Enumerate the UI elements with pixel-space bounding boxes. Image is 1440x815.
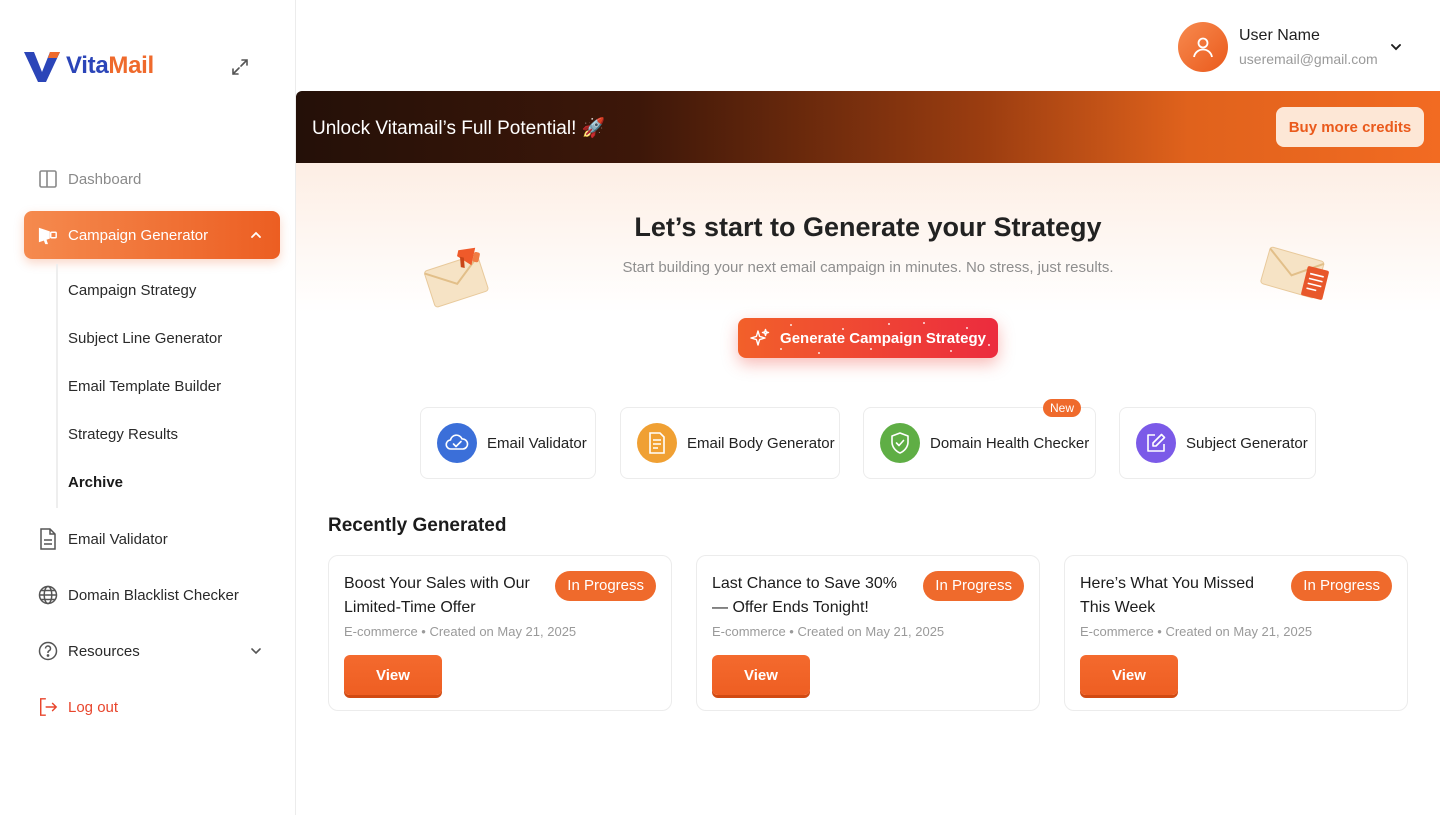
logout-icon (38, 697, 58, 717)
card-title: Here’s What You Missed This Week (1080, 575, 1255, 616)
sparkle-dot (818, 352, 820, 354)
tool-email-validator[interactable]: Email Validator (420, 407, 596, 479)
document-icon (38, 528, 58, 550)
status-badge: In Progress (923, 571, 1024, 601)
new-badge: New (1042, 399, 1081, 417)
card-title: Last Chance to Save 30% — Offer Ends Ton… (712, 575, 898, 616)
sparkle-dot (780, 348, 782, 350)
sparkle-dot (842, 328, 844, 330)
panel-icon (38, 169, 58, 189)
status-badge: In Progress (1291, 571, 1392, 601)
cloud-check-icon (437, 423, 477, 463)
banner-text: Unlock Vitamail’s Full Potential! 🚀 (312, 118, 606, 139)
avatar[interactable] (1178, 22, 1228, 72)
upgrade-banner: Unlock Vitamail’s Full Potential! 🚀 Buy … (296, 91, 1440, 163)
sidebar: VitaMail Dashboard Campaign Generator Ca… (0, 0, 296, 815)
sidebar-item-label: Resources (68, 642, 140, 660)
view-button[interactable]: View (1080, 655, 1178, 695)
shield-check-icon (880, 423, 920, 463)
sidebar-item-domain-blacklist-checker[interactable]: Domain Blacklist Checker (24, 571, 280, 619)
edit-icon (1136, 423, 1176, 463)
chevron-down-icon[interactable] (246, 641, 266, 661)
card-meta: E-commerce • Created on May 21, 2025 (712, 624, 945, 639)
generate-strategy-label: Generate Campaign Strategy (780, 329, 986, 347)
sidebar-item-label: Campaign Generator (68, 226, 209, 244)
sidebar-subitem-email-template-builder[interactable]: Email Template Builder (68, 375, 221, 399)
sparkle-dot (923, 322, 925, 324)
sidebar-subitem-subject-line-generator[interactable]: Subject Line Generator (68, 327, 222, 351)
brand-name-part2: Mail (108, 52, 154, 79)
help-circle-icon (38, 641, 58, 661)
sidebar-subitem-archive[interactable]: Archive (68, 471, 123, 495)
sparkle-dot (988, 344, 990, 346)
view-button[interactable]: View (344, 655, 442, 695)
tool-label: Domain Health Checker (930, 434, 1090, 452)
chevron-up-icon[interactable] (246, 225, 266, 245)
user-name: User Name (1239, 27, 1320, 44)
brand-name: VitaMail (66, 52, 154, 80)
expand-arrows-icon (232, 59, 248, 75)
recently-generated-title: Recently Generated (328, 515, 507, 536)
buy-credits-button[interactable]: Buy more credits (1276, 107, 1424, 147)
sidebar-subitem-campaign-strategy[interactable]: Campaign Strategy (68, 279, 196, 303)
campaign-card: Boost Your Sales with Our Limited-Time O… (328, 555, 672, 711)
generate-strategy-button[interactable]: Generate Campaign Strategy (738, 318, 998, 358)
sparkle-dot (950, 350, 952, 352)
sidebar-item-label: Domain Blacklist Checker (68, 586, 239, 604)
card-meta: E-commerce • Created on May 21, 2025 (1080, 624, 1313, 639)
card-meta: E-commerce • Created on May 21, 2025 (344, 624, 577, 639)
sidebar-item-logout[interactable]: Log out (24, 683, 280, 731)
sparkle-dot (888, 323, 890, 325)
globe-icon (38, 585, 58, 605)
sidebar-subitem-strategy-results[interactable]: Strategy Results (68, 423, 178, 447)
user-email: useremail@gmail.com (1239, 51, 1378, 67)
topbar (296, 0, 1440, 91)
app: VitaMail Dashboard Campaign Generator Ca… (0, 0, 1440, 815)
sparkles-icon (750, 328, 770, 346)
user-icon (1193, 37, 1213, 58)
tool-label: Email Body Generator (687, 434, 835, 452)
sidebar-item-label: Log out (68, 698, 119, 716)
campaign-card: Here’s What You Missed This Week In Prog… (1064, 555, 1408, 711)
user-menu-toggle[interactable] (1385, 36, 1407, 58)
sidebar-item-campaign-generator[interactable]: Campaign Generator (24, 211, 280, 259)
view-button[interactable]: View (712, 655, 810, 695)
envelope-document-illustration (1260, 246, 1329, 300)
subnav-line (56, 264, 58, 508)
document-icon (637, 423, 677, 463)
tool-label: Email Validator (487, 434, 587, 452)
tool-subject-generator[interactable]: Subject Generator (1119, 407, 1316, 479)
sparkle-dot (870, 348, 872, 350)
sparkle-dot (966, 327, 968, 329)
megaphone-icon (38, 225, 58, 245)
sparkle-dot (790, 324, 792, 326)
tool-label: Subject Generator (1186, 434, 1308, 452)
page-title: Let’s start to Generate your Strategy (634, 212, 1102, 242)
chevron-down-icon (1391, 44, 1401, 51)
brand-name-part1: Vita (66, 52, 109, 79)
expand-collapse-button[interactable] (228, 55, 252, 79)
tool-email-body-generator[interactable]: Email Body Generator (620, 407, 840, 479)
brand-logo[interactable]: VitaMail (24, 50, 154, 82)
campaign-card: Last Chance to Save 30% — Offer Ends Ton… (696, 555, 1040, 711)
sidebar-item-label: Dashboard (68, 170, 142, 188)
sidebar-item-dashboard[interactable]: Dashboard (24, 155, 280, 203)
envelope-megaphone-illustration (424, 247, 489, 308)
vitamail-logo-icon (24, 52, 60, 82)
card-title: Boost Your Sales with Our Limited-Time O… (344, 575, 530, 616)
sidebar-item-resources[interactable]: Resources (24, 627, 280, 675)
tool-domain-health-checker[interactable]: Domain Health Checker New (863, 399, 1096, 479)
sidebar-item-label: Email Validator (68, 530, 168, 548)
sidebar-item-email-validator[interactable]: Email Validator (24, 515, 280, 563)
status-badge: In Progress (555, 571, 656, 601)
